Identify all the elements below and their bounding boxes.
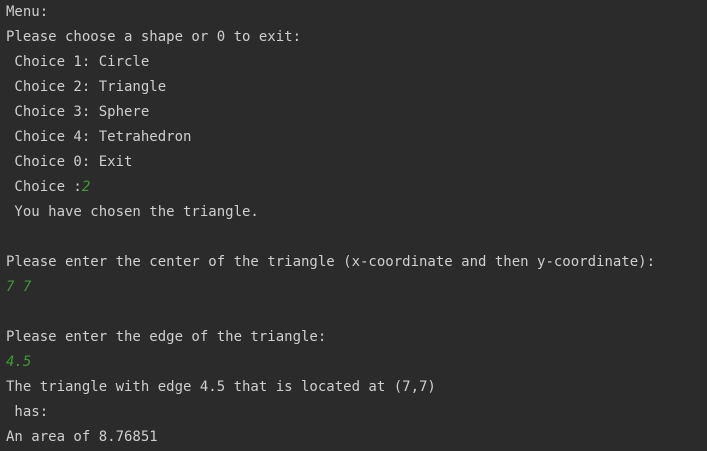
edge-prompt: Please enter the edge of the triangle: (6, 329, 327, 345)
choice-sphere: Choice 3: Sphere (6, 104, 150, 120)
choice-input-line: Choice :2 (6, 177, 90, 197)
edge-input[interactable]: 4.5 (6, 352, 31, 372)
menu-title: Menu: (6, 4, 49, 20)
choice-input[interactable]: 2 (82, 179, 90, 195)
choice-exit: Choice 0: Exit (6, 154, 133, 170)
result-line-3: An area of 8.76851 (6, 429, 158, 445)
choice-prompt: Choice : (6, 179, 82, 195)
choice-circle: Choice 1: Circle (6, 54, 150, 70)
shape-prompt: Please choose a shape or 0 to exit: (6, 29, 302, 45)
console-output: Menu: Please choose a shape or 0 to exit… (0, 0, 707, 451)
center-input[interactable]: 7 7 (6, 277, 31, 297)
result-line-2: has: (6, 404, 49, 420)
chosen-message: You have chosen the triangle. (6, 204, 259, 220)
choice-triangle: Choice 2: Triangle (6, 79, 167, 95)
center-prompt: Please enter the center of the triangle … (6, 254, 656, 270)
choice-tetrahedron: Choice 4: Tetrahedron (6, 129, 192, 145)
result-line-1: The triangle with edge 4.5 that is locat… (6, 379, 436, 395)
